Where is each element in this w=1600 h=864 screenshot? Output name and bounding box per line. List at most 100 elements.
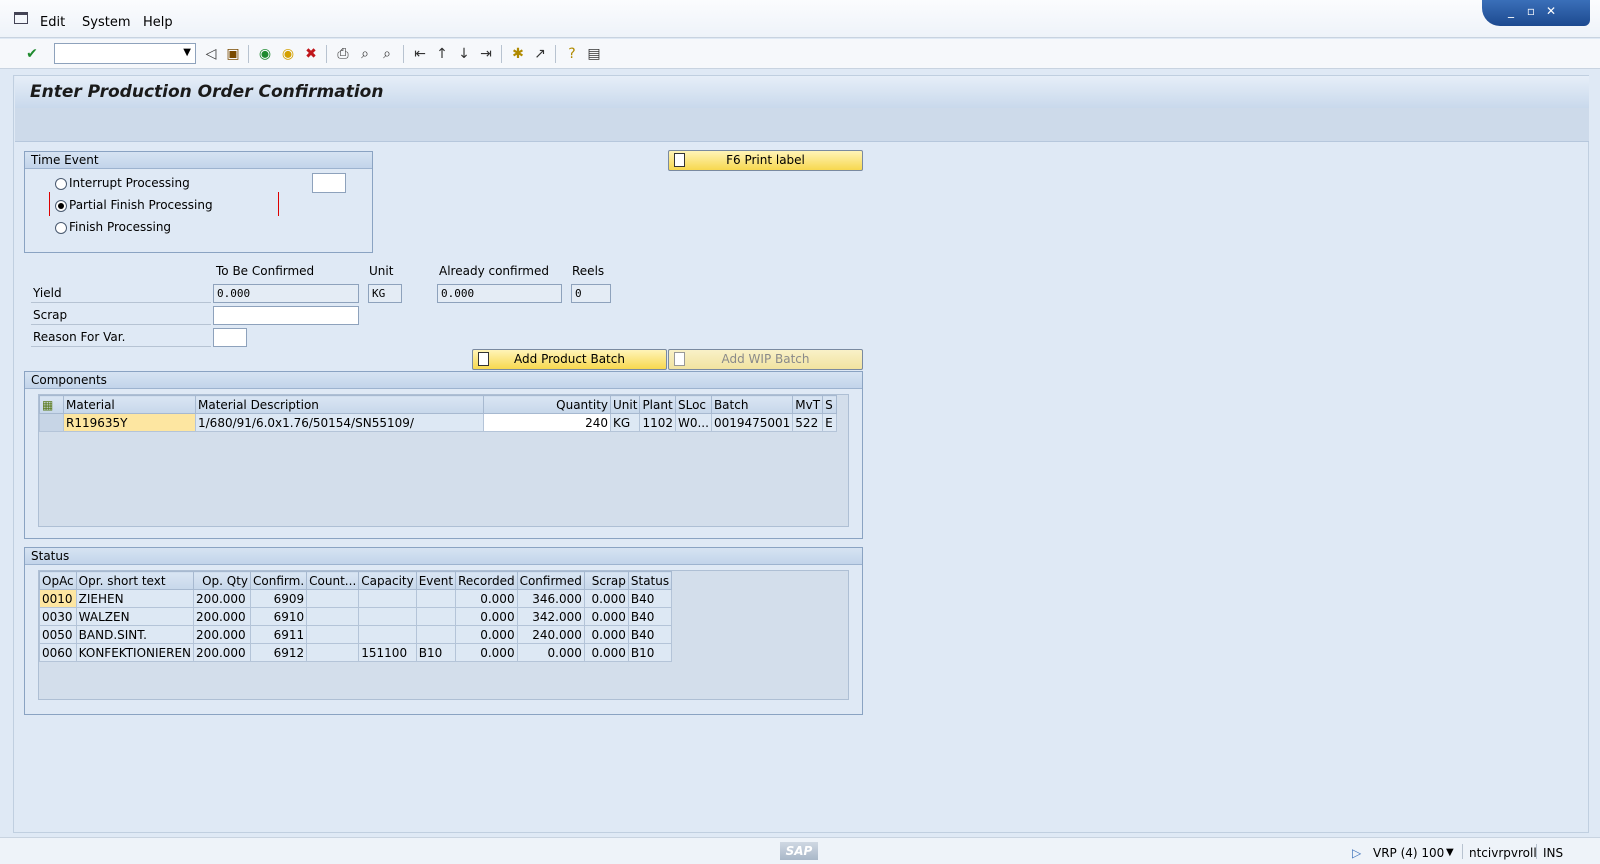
col-unit[interactable]: Unit (609, 395, 641, 414)
menu-icon[interactable] (14, 12, 28, 24)
reason-for-variance-field[interactable] (213, 328, 247, 347)
cancel-icon[interactable]: ✖ (302, 45, 320, 63)
create-session-icon[interactable]: ✱ (509, 45, 527, 63)
op-qty-cell[interactable]: 200.000 (193, 589, 252, 608)
col-status[interactable]: Status (627, 571, 673, 590)
col-plant[interactable]: Plant (639, 395, 676, 414)
recorded-cell[interactable]: 0.000 (455, 607, 518, 626)
menu-help[interactable]: Help (143, 15, 173, 30)
select-all-icon[interactable]: ▦ (39, 395, 64, 414)
event-cell[interactable]: B10 (415, 643, 457, 662)
help-icon[interactable]: ? (563, 45, 581, 63)
status-cell[interactable]: B40 (627, 589, 673, 608)
table-row[interactable]: 0050 BAND.SINT. 200.000 6911 0.000 240.0… (39, 625, 673, 644)
opr-text-cell[interactable]: BAND.SINT. (75, 625, 195, 644)
capacity-cell[interactable]: 151100 (358, 643, 417, 662)
table-row[interactable]: 0030 WALZEN 200.000 6910 0.000 342.000 0… (39, 607, 673, 626)
col-opr-short-text[interactable]: Opr. short text (75, 571, 195, 590)
radio-finish-processing[interactable] (55, 222, 67, 234)
menu-edit[interactable]: Edit (40, 15, 65, 30)
opac-cell[interactable]: 0010 (39, 589, 77, 608)
scrap-cell[interactable]: 0.000 (583, 625, 629, 644)
mvt-cell[interactable]: 522 (792, 413, 824, 432)
scrap-cell[interactable]: 0.000 (583, 643, 629, 662)
col-quantity[interactable]: Quantity (483, 395, 611, 414)
find-next-icon[interactable]: ⌕ (378, 45, 396, 63)
back-icon[interactable]: ◁ (202, 45, 220, 63)
count-cell[interactable] (306, 625, 360, 644)
exit-icon[interactable]: ◉ (279, 45, 297, 63)
print-label-button[interactable]: F6 Print label (668, 150, 863, 171)
reels-field[interactable]: 0 (571, 284, 611, 303)
recorded-cell[interactable]: 0.000 (455, 589, 518, 608)
event-cell[interactable] (415, 607, 457, 626)
table-row[interactable]: R119635Y 1/680/91/6.0x1.76/50154/SN55109… (39, 413, 838, 432)
confirm-cell[interactable]: 6910 (250, 607, 308, 626)
col-count[interactable]: Count... (306, 571, 360, 590)
col-event[interactable]: Event (415, 571, 457, 590)
col-sloc[interactable]: SLoc (674, 395, 712, 414)
opac-cell[interactable]: 0050 (39, 625, 77, 644)
opr-text-cell[interactable]: KONFEKTIONIEREN (75, 643, 195, 662)
capacity-cell[interactable] (358, 607, 417, 626)
chevron-down-icon[interactable]: ▼ (183, 47, 191, 58)
col-mvt[interactable]: MvT (792, 395, 824, 414)
menu-system[interactable]: System (82, 15, 130, 30)
capacity-cell[interactable] (358, 625, 417, 644)
confirmed-cell[interactable]: 342.000 (516, 607, 585, 626)
radio-interrupt-processing[interactable] (55, 178, 67, 190)
op-qty-cell[interactable]: 200.000 (193, 625, 252, 644)
op-qty-cell[interactable]: 200.000 (193, 643, 252, 662)
command-field[interactable]: ▼ (54, 43, 196, 64)
col-op-qty[interactable]: Op. Qty (193, 571, 252, 590)
col-scrap[interactable]: Scrap (583, 571, 629, 590)
confirm-cell[interactable]: 6911 (250, 625, 308, 644)
confirmed-cell[interactable]: 240.000 (516, 625, 585, 644)
opac-cell[interactable]: 0060 (39, 643, 77, 662)
material-cell[interactable]: R119635Y (63, 413, 196, 432)
confirm-cell[interactable]: 6909 (250, 589, 308, 608)
col-confirmed[interactable]: Confirmed (516, 571, 585, 590)
sloc-cell[interactable]: W0... (674, 413, 712, 432)
recorded-cell[interactable]: 0.000 (455, 625, 518, 644)
event-cell[interactable] (415, 625, 457, 644)
col-opac[interactable]: OpAc (39, 571, 77, 590)
op-qty-cell[interactable]: 200.000 (193, 607, 252, 626)
scrap-field[interactable] (213, 306, 359, 325)
row-selector[interactable] (39, 413, 64, 432)
shortcut-icon[interactable]: ↗ (531, 45, 549, 63)
status-cell[interactable]: B40 (627, 625, 673, 644)
table-row[interactable]: 0010 ZIEHEN 200.000 6909 0.000 346.000 0… (39, 589, 673, 608)
col-confirm[interactable]: Confirm. (250, 571, 308, 590)
back-green-icon[interactable]: ◉ (256, 45, 274, 63)
plant-cell[interactable]: 1102 (639, 413, 676, 432)
restore-icon[interactable]: ▫ (1522, 4, 1540, 19)
opr-text-cell[interactable]: WALZEN (75, 607, 195, 626)
last-page-icon[interactable]: ⇥ (477, 45, 495, 63)
confirm-cell[interactable]: 6912 (250, 643, 308, 662)
add-product-batch-button[interactable]: Add Product Batch (472, 349, 667, 370)
unit-cell[interactable]: KG (609, 413, 641, 432)
enter-check-icon[interactable]: ✔ (23, 45, 41, 63)
expand-status-icon[interactable]: ▷ (1352, 846, 1361, 860)
col-capacity[interactable]: Capacity (358, 571, 417, 590)
first-page-icon[interactable]: ⇤ (411, 45, 429, 63)
find-icon[interactable]: ⌕ (356, 45, 374, 63)
save-icon[interactable]: ▣ (224, 45, 242, 63)
batch-cell[interactable]: 0019475001 (710, 413, 794, 432)
count-cell[interactable] (306, 607, 360, 626)
count-cell[interactable] (306, 589, 360, 608)
recorded-cell[interactable]: 0.000 (455, 643, 518, 662)
close-icon[interactable]: ✕ (1542, 4, 1560, 19)
add-wip-batch-button[interactable]: Add WIP Batch (668, 349, 863, 370)
capacity-cell[interactable] (358, 589, 417, 608)
minimize-icon[interactable]: _ (1502, 4, 1520, 19)
status-cell[interactable]: B40 (627, 607, 673, 626)
opac-cell[interactable]: 0030 (39, 607, 77, 626)
layout-icon[interactable]: ▤ (585, 45, 603, 63)
col-s[interactable]: S (822, 395, 838, 414)
confirmed-cell[interactable]: 346.000 (516, 589, 585, 608)
scrap-cell[interactable]: 0.000 (583, 589, 629, 608)
confirmed-cell[interactable]: 0.000 (516, 643, 585, 662)
yield-to-be-confirmed-field[interactable]: 0.000 (213, 284, 359, 303)
